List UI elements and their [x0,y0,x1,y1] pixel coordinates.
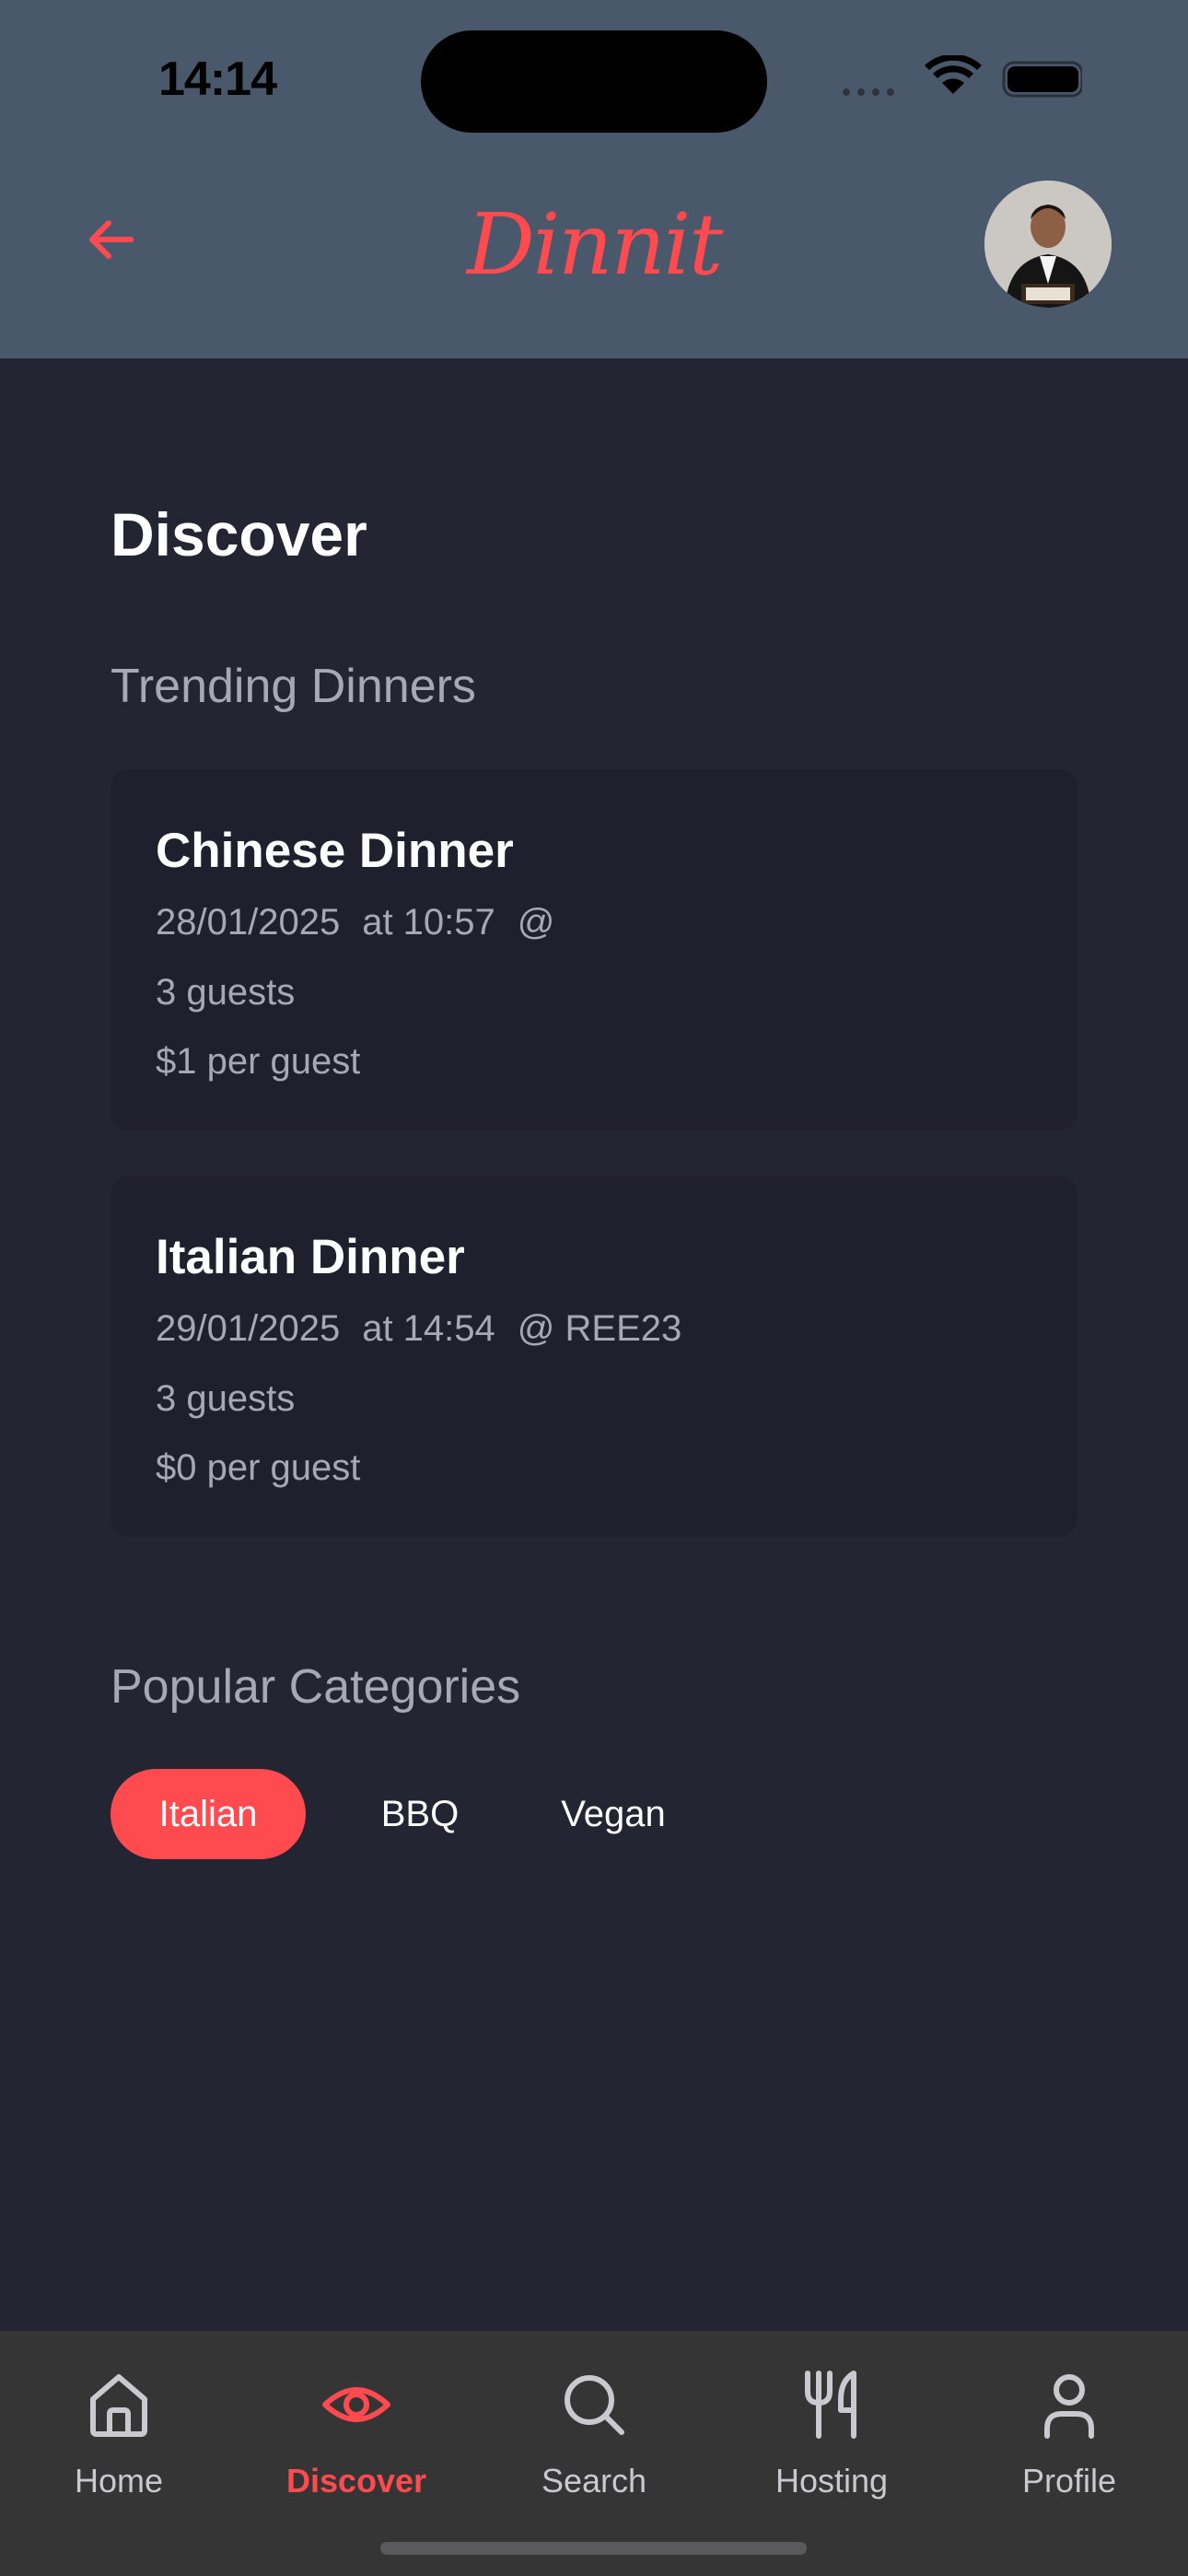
tab-label: Hosting [775,2462,889,2500]
tab-hosting[interactable]: Hosting [713,2331,950,2534]
dinner-date: 29/01/2025 [156,1308,341,1349]
dinner-card[interactable]: Italian Dinner 29/01/2025 at 14:54 @ REE23… [111,1176,1077,1537]
tab-label: Discover [285,2462,427,2500]
page-title: Discover [111,500,367,568]
dinner-location: @ REE23 [517,1308,682,1349]
dinner-guests: 3 guests [156,972,296,1013]
tab-label: Home [74,2462,164,2500]
dinner-price: $0 per guest [156,1447,361,1488]
dinner-time: at 10:57 [362,902,495,943]
category-chip-vegan[interactable]: Vegan [540,1769,687,1859]
status-indicators [843,53,1084,100]
status-time: 14:14 [158,53,277,106]
dinner-meta: 29/01/2025 at 14:54 @ REE23 [156,1308,681,1350]
trending-heading: Trending Dinners [111,660,476,713]
utensils-icon [805,2371,856,2439]
tab-discover[interactable]: Discover [238,2331,475,2534]
app-header: 14:14 Dinnit [0,0,1188,358]
category-chip-bbq[interactable]: BBQ [355,1769,484,1859]
category-chip-italian[interactable]: Italian [111,1769,306,1859]
dinner-title: Italian Dinner [156,1230,465,1284]
dynamic-island [421,30,767,133]
tab-home[interactable]: Home [0,2331,238,2534]
dinner-price: $1 per guest [156,1041,361,1082]
eye-icon [322,2387,390,2422]
tab-label: Profile [1021,2462,1117,2500]
user-avatar[interactable] [984,181,1112,308]
person-icon [1044,2374,1094,2439]
tab-search[interactable]: Search [475,2331,713,2534]
dinner-date: 28/01/2025 [156,902,341,943]
tab-profile[interactable]: Profile [950,2331,1188,2534]
dinner-meta: 28/01/2025 at 10:57 @ [156,902,554,943]
dinner-time: at 14:54 [362,1308,495,1349]
dinner-title: Chinese Dinner [156,824,514,878]
home-indicator [380,2542,807,2555]
dinner-guests: 3 guests [156,1378,296,1419]
search-icon [565,2375,624,2435]
cellular-signal-icon [843,88,894,96]
dinner-card[interactable]: Chinese Dinner 28/01/2025 at 10:57 @ 3 gue… [111,769,1077,1130]
bottom-tab-bar: Home Discover Search Hosting Profile [0,2331,1188,2576]
battery-icon [1002,61,1084,98]
categories-heading: Popular Categories [111,1660,521,1714]
dinner-location: @ [517,902,555,943]
wifi-icon [925,53,982,94]
tab-label: Search [541,2462,647,2500]
home-icon [90,2374,147,2437]
